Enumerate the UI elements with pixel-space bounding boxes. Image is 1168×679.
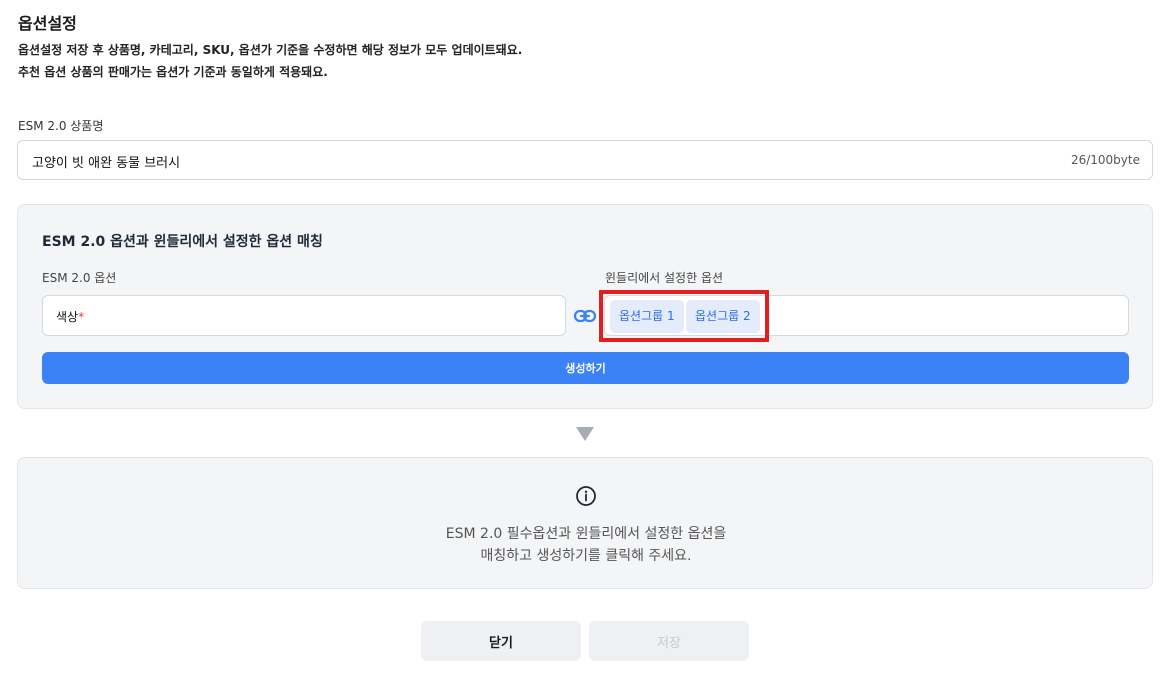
page-title: 옵션설정 [18, 14, 77, 33]
save-button[interactable]: 저장 [589, 621, 749, 661]
esm-option-field[interactable]: 색상* [42, 295, 566, 336]
option-matching-card: ESM 2.0 옵션과 윈들리에서 설정한 옵션 매칭 ESM 2.0 옵션 윈… [17, 204, 1153, 409]
windly-option-label: 윈들리에서 설정한 옵션 [605, 271, 724, 285]
esm-option-value: 색상* [56, 310, 85, 324]
product-name-value: 고양이 빗 애완 동물 브러시 [32, 156, 181, 171]
windly-option-field[interactable]: 옵션그룹 1 옵션그룹 2 [604, 295, 1129, 336]
info-card: ESM 2.0 필수옵션과 윈들리에서 설정한 옵션을 매칭하고 생성하기를 클… [17, 457, 1153, 589]
info-text-line-1: ESM 2.0 필수옵션과 윈들리에서 설정한 옵션을 [445, 526, 727, 542]
description-line-2: 추천 옵션 상품의 판매가는 옵션가 기준과 동일하게 적용돼요. [18, 65, 328, 79]
product-name-label: ESM 2.0 상품명 [18, 119, 104, 133]
down-arrow-icon [576, 427, 594, 441]
product-name-field[interactable]: 고양이 빗 애완 동물 브러시 26/100byte [17, 140, 1153, 180]
close-button[interactable]: 닫기 [421, 621, 581, 661]
required-mark: * [78, 310, 85, 324]
info-icon [575, 485, 597, 507]
matching-title: ESM 2.0 옵션과 윈들리에서 설정한 옵션 매칭 [42, 234, 323, 250]
info-text-line-2: 매칭하고 생성하기를 클릭해 주세요. [480, 548, 692, 564]
link-icon [573, 306, 597, 326]
option-group-chip-2[interactable]: 옵션그룹 2 [686, 300, 760, 333]
generate-button[interactable]: 생성하기 [42, 352, 1129, 384]
esm-option-label: ESM 2.0 옵션 [42, 271, 117, 285]
description-line-1: 옵션설정 저장 후 상품명, 카테고리, SKU, 옵션가 기준을 수정하면 해… [18, 43, 523, 57]
byte-counter: 26/100byte [1070, 153, 1140, 167]
option-group-chip-1[interactable]: 옵션그룹 1 [610, 300, 684, 333]
